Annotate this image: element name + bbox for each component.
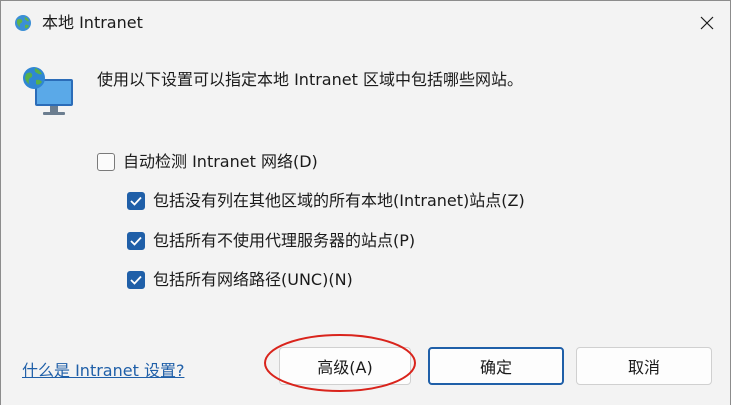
intranet-dialog: 本地 Intranet 使用以下设置可以指定本地 Intranet 区域中包括哪…	[0, 0, 731, 405]
window-title: 本地 Intranet	[42, 13, 143, 32]
auto-detect-checkbox[interactable]	[97, 153, 115, 171]
checkmark-icon	[130, 275, 142, 285]
include-bypass-proxy-option[interactable]: 包括所有不使用代理服务器的站点(P)	[127, 230, 415, 252]
close-icon	[700, 16, 714, 30]
globe-icon	[15, 15, 31, 31]
ok-button[interactable]: 确定	[428, 347, 564, 385]
title-bar: 本地 Intranet	[1, 1, 730, 45]
include-unc-label: 包括所有网络路径(UNC)(N)	[153, 270, 353, 289]
dialog-body: 使用以下设置可以指定本地 Intranet 区域中包括哪些网站。 自动检测 In…	[1, 45, 730, 405]
auto-detect-option[interactable]: 自动检测 Intranet 网络(D)	[97, 151, 318, 173]
cancel-button[interactable]: 取消	[576, 347, 712, 385]
include-unc-checkbox[interactable]	[127, 271, 145, 289]
include-local-option[interactable]: 包括没有列在其他区域的所有本地(Intranet)站点(Z)	[127, 190, 525, 212]
globe-monitor-icon	[23, 67, 73, 115]
description-text: 使用以下设置可以指定本地 Intranet 区域中包括哪些网站。	[97, 70, 523, 89]
close-button[interactable]	[684, 1, 730, 45]
include-local-label: 包括没有列在其他区域的所有本地(Intranet)站点(Z)	[153, 191, 525, 210]
checkmark-icon	[130, 236, 142, 246]
checkmark-icon	[130, 196, 142, 206]
include-bypass-proxy-checkbox[interactable]	[127, 232, 145, 250]
include-unc-option[interactable]: 包括所有网络路径(UNC)(N)	[127, 269, 353, 291]
include-local-checkbox[interactable]	[127, 192, 145, 210]
include-bypass-proxy-label: 包括所有不使用代理服务器的站点(P)	[153, 231, 416, 250]
advanced-button[interactable]: 高级(A)	[279, 347, 411, 385]
auto-detect-label: 自动检测 Intranet 网络(D)	[123, 152, 318, 171]
help-link[interactable]: 什么是 Intranet 设置?	[22, 360, 184, 382]
